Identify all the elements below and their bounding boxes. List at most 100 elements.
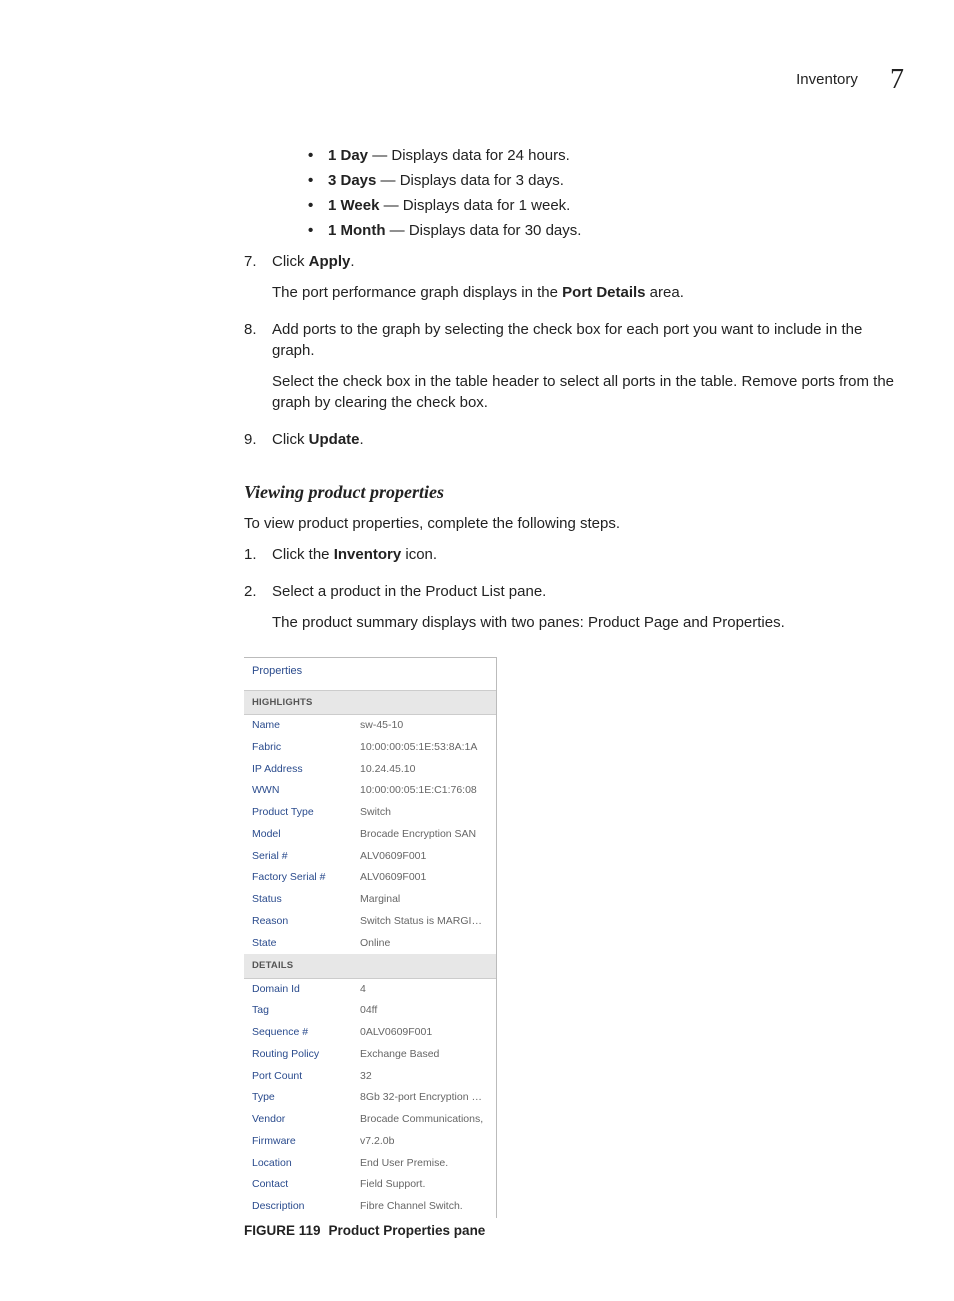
property-key: IP Address [252, 762, 360, 778]
property-row: Fabric10:00:00:05:1E:53:8A:1A [244, 737, 496, 759]
property-key: Firmware [252, 1134, 360, 1150]
properties-pane: Properties HIGHLIGHTS Namesw-45-10Fabric… [244, 657, 497, 1217]
step-9: 9. Click Update. [244, 429, 902, 460]
step-8: 8. Add ports to the graph by selecting t… [244, 319, 902, 423]
step-line: Add ports to the graph by selecting the … [272, 319, 902, 361]
property-value: 04ff [360, 1003, 488, 1019]
step-number: 8. [244, 319, 272, 423]
property-key: Vendor [252, 1112, 360, 1128]
property-value: 4 [360, 982, 488, 998]
term: 3 Days [328, 172, 376, 189]
list-item: 3 Days — Displays data for 3 days. [308, 170, 902, 191]
property-key: Reason [252, 914, 360, 930]
page-content: 1 Day — Displays data for 24 hours. 3 Da… [244, 145, 902, 1241]
figure-caption: FIGURE 119Product Properties pane [244, 1222, 902, 1241]
property-key: Name [252, 718, 360, 734]
term: 1 Month [328, 222, 386, 239]
property-row: ModelBrocade Encryption SAN [244, 824, 496, 846]
property-value: 0ALV0609F001 [360, 1025, 488, 1041]
property-value: Marginal [360, 892, 488, 908]
property-row: Sequence #0ALV0609F001 [244, 1022, 496, 1044]
property-value: 10:00:00:05:1E:C1:76:08 [360, 783, 488, 799]
property-key: Serial # [252, 849, 360, 865]
property-key: Type [252, 1090, 360, 1106]
property-key: Model [252, 827, 360, 843]
step-line: Click the Inventory icon. [272, 544, 902, 565]
property-value: 32 [360, 1069, 488, 1085]
step-2: 2. Select a product in the Product List … [244, 581, 902, 643]
step-body: Add ports to the graph by selecting the … [272, 319, 902, 423]
desc: — Displays data for 30 days. [386, 222, 582, 239]
property-value: 10:00:00:05:1E:53:8A:1A [360, 740, 488, 756]
property-key: Location [252, 1156, 360, 1172]
term: 1 Week [328, 197, 379, 214]
property-key: State [252, 936, 360, 952]
property-row: Serial #ALV0609F001 [244, 846, 496, 868]
property-row: LocationEnd User Premise. [244, 1153, 496, 1175]
subsection-heading: Viewing product properties [244, 480, 902, 505]
desc: — Displays data for 24 hours. [368, 147, 570, 164]
property-row: DescriptionFibre Channel Switch. [244, 1196, 496, 1218]
sub-bullet-list: 1 Day — Displays data for 24 hours. 3 Da… [244, 145, 902, 241]
property-row: Domain Id4 [244, 979, 496, 1001]
step-line: The port performance graph displays in t… [272, 282, 902, 303]
property-value: Fibre Channel Switch. [360, 1199, 488, 1215]
figure-text: Product Properties pane [329, 1223, 486, 1238]
property-row: Type8Gb 32-port Encryption Sw... [244, 1087, 496, 1109]
property-key: Tag [252, 1003, 360, 1019]
list-item: 1 Day — Displays data for 24 hours. [308, 145, 902, 166]
property-key: Domain Id [252, 982, 360, 998]
step-body: Click Apply. The port performance graph … [272, 251, 902, 313]
step-7: 7. Click Apply. The port performance gra… [244, 251, 902, 313]
property-row: Port Count32 [244, 1066, 496, 1088]
property-value: Switch [360, 805, 488, 821]
step-number: 9. [244, 429, 272, 460]
header-title: Inventory [796, 71, 858, 88]
step-line: Select a product in the Product List pan… [272, 581, 902, 602]
property-row: Factory Serial #ALV0609F001 [244, 867, 496, 889]
property-key: WWN [252, 783, 360, 799]
property-value: ALV0609F001 [360, 870, 488, 886]
step-body: Select a product in the Product List pan… [272, 581, 902, 643]
property-value: Online [360, 936, 488, 952]
property-row: Namesw-45-10 [244, 715, 496, 737]
step-number: 2. [244, 581, 272, 643]
property-row: WWN10:00:00:05:1E:C1:76:08 [244, 780, 496, 802]
property-row: ContactField Support. [244, 1174, 496, 1196]
term: 1 Day [328, 147, 368, 164]
property-key: Port Count [252, 1069, 360, 1085]
property-key: Status [252, 892, 360, 908]
section-details: DETAILS [244, 954, 496, 978]
property-row: Routing PolicyExchange Based [244, 1044, 496, 1066]
property-key: Description [252, 1199, 360, 1215]
step-body: Click the Inventory icon. [272, 544, 902, 575]
step-number: 7. [244, 251, 272, 313]
property-key: Routing Policy [252, 1047, 360, 1063]
page-header: Inventory 7 [44, 60, 910, 99]
property-row: StateOnline [244, 933, 496, 955]
list-item: 1 Month — Displays data for 30 days. [308, 220, 902, 241]
step-line: Click Apply. [272, 251, 902, 272]
property-row: IP Address10.24.45.10 [244, 759, 496, 781]
property-value: End User Premise. [360, 1156, 488, 1172]
property-value: 8Gb 32-port Encryption Sw... [360, 1090, 488, 1106]
pane-title: Properties [244, 658, 496, 690]
property-value: Switch Status is MARGINAL ... [360, 914, 488, 930]
section-highlights: HIGHLIGHTS [244, 691, 496, 715]
desc: — Displays data for 3 days. [376, 172, 564, 189]
chapter-number: 7 [890, 64, 904, 95]
property-row: StatusMarginal [244, 889, 496, 911]
property-value: 10.24.45.10 [360, 762, 488, 778]
step-body: Click Update. [272, 429, 902, 460]
step-line: The product summary displays with two pa… [272, 612, 902, 633]
property-row: VendorBrocade Communications, [244, 1109, 496, 1131]
property-value: sw-45-10 [360, 718, 488, 734]
desc: — Displays data for 1 week. [379, 197, 570, 214]
property-row: Tag04ff [244, 1000, 496, 1022]
property-key: Sequence # [252, 1025, 360, 1041]
intro-text: To view product properties, complete the… [244, 513, 902, 534]
property-key: Factory Serial # [252, 870, 360, 886]
property-key: Fabric [252, 740, 360, 756]
property-row: ReasonSwitch Status is MARGINAL ... [244, 911, 496, 933]
property-key: Product Type [252, 805, 360, 821]
